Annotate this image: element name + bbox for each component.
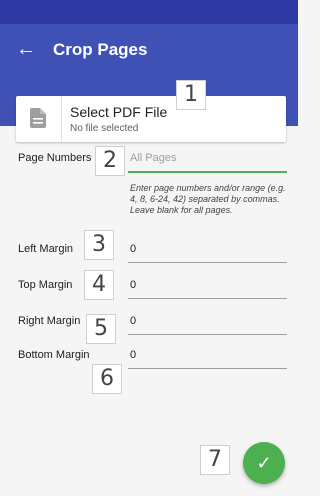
page-title: Crop Pages	[53, 40, 148, 59]
right-margin-underline	[128, 334, 287, 335]
bottom-margin-underline	[128, 368, 287, 369]
marker-1: 1	[176, 80, 206, 110]
confirm-fab-button[interactable]: ✓	[243, 442, 285, 484]
select-pdf-file-label: Select PDF File	[70, 104, 168, 120]
right-margin-label: Right Margin	[18, 315, 81, 327]
file-status-text: No file selected	[70, 123, 139, 134]
marker-6: 6	[92, 364, 122, 394]
page-numbers-underline	[128, 171, 287, 173]
top-margin-label: Top Margin	[18, 279, 73, 291]
file-icon-container	[16, 96, 62, 142]
left-margin-input[interactable]: 0	[130, 243, 136, 255]
page-numbers-label: Page Numbers	[18, 152, 92, 164]
top-margin-input[interactable]: 0	[130, 279, 136, 291]
bottom-margin-input[interactable]: 0	[130, 349, 136, 361]
left-margin-label: Left Margin	[18, 243, 74, 255]
document-icon	[30, 108, 46, 128]
bottom-margin-label: Bottom Margin	[18, 349, 90, 361]
marker-7: 7	[200, 445, 230, 475]
page-numbers-hint: Enter page numbers and/or range (e.g. 4,…	[130, 183, 286, 215]
marker-5: 5	[86, 314, 116, 344]
app-bar: ← Crop Pages Select PDF File No file sel…	[0, 24, 298, 142]
marker-2: 2	[95, 146, 125, 176]
left-margin-underline	[128, 262, 287, 263]
marker-4: 4	[84, 270, 114, 300]
check-icon: ✓	[256, 453, 272, 473]
marker-3: 3	[84, 230, 114, 260]
right-margin-input[interactable]: 0	[130, 315, 136, 327]
status-bar	[0, 0, 298, 24]
page-numbers-input[interactable]: All Pages	[130, 152, 176, 164]
top-margin-underline	[128, 298, 287, 299]
select-pdf-file-button[interactable]: Select PDF File No file selected	[16, 96, 286, 142]
back-arrow-icon[interactable]: ←	[16, 38, 38, 60]
